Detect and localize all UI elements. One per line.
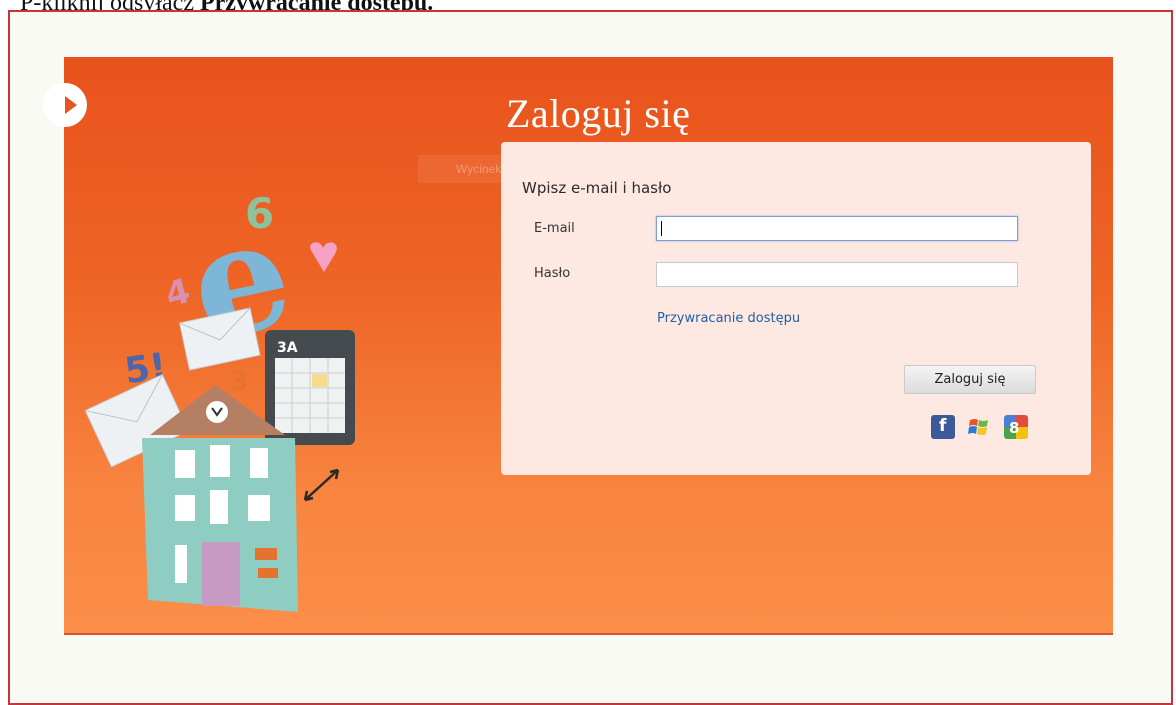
password-label: Hasło	[534, 266, 571, 281]
number-four-text: 4	[161, 271, 194, 316]
restore-access-link[interactable]: Przywracanie dostępu	[657, 311, 800, 326]
login-panel: Wpisz e-mail i hasło E-mail Hasło Przywr…	[501, 142, 1091, 475]
number-three-text: 3	[230, 367, 248, 397]
google-icon[interactable]: 8	[1004, 415, 1028, 439]
form-heading: Wpisz e-mail i hasło	[522, 179, 672, 197]
sync-arrows-icon	[303, 468, 340, 502]
login-button[interactable]: Zaloguj się	[904, 365, 1036, 394]
password-input[interactable]	[656, 262, 1018, 287]
school-illustration: 6 4 e 3A 5! 3	[84, 184, 355, 612]
heart-icon	[310, 242, 337, 272]
calendar-label-text: 3A	[277, 340, 298, 356]
school-door	[202, 542, 240, 606]
email-input[interactable]	[656, 216, 1018, 241]
clock-icon	[206, 401, 228, 423]
email-label: E-mail	[534, 221, 575, 236]
svg-text:8: 8	[1009, 419, 1019, 437]
windows-live-icon[interactable]	[967, 415, 991, 439]
page-title: Zaloguj się	[506, 91, 691, 136]
facebook-icon[interactable]	[931, 415, 955, 439]
next-arrow-icon[interactable]	[43, 83, 87, 127]
